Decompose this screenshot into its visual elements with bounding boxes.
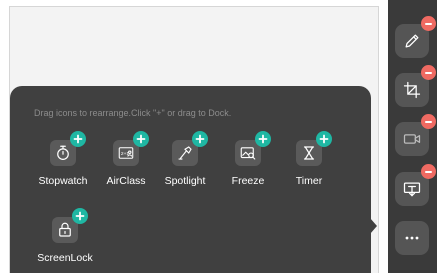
timer-tile[interactable] — [296, 131, 332, 166]
crop-icon — [403, 81, 421, 99]
panel-pointer — [370, 218, 377, 234]
app-label: Spotlight — [164, 175, 206, 187]
pen-icon — [405, 34, 419, 48]
app-label: ScreenLock — [37, 252, 93, 264]
dock-camera-button[interactable] — [395, 114, 436, 156]
freeze-tile[interactable] — [235, 131, 271, 166]
app-screenlock[interactable]: ScreenLock — [35, 208, 95, 264]
tray-hint-text: Drag icons to rearrange.Click "+" or dra… — [34, 108, 232, 118]
right-dock — [388, 0, 437, 273]
spotlight-icon — [178, 146, 192, 160]
airclass-icon: 2+1 — [118, 147, 134, 159]
remove-from-dock-button[interactable] — [421, 114, 436, 129]
more-icon — [405, 236, 419, 240]
app-label: Timer — [295, 175, 323, 187]
app-airclass[interactable]: 2+1 AirClass — [96, 131, 156, 187]
add-to-dock-button[interactable] — [133, 131, 149, 147]
dock-crop-button[interactable] — [395, 65, 436, 107]
app-stopwatch[interactable]: Stopwatch — [33, 131, 93, 187]
app-label: Freeze — [231, 175, 265, 187]
spotlight-tile[interactable] — [172, 131, 208, 166]
app-freeze[interactable]: Freeze — [218, 131, 278, 187]
dock-more-button[interactable] — [395, 221, 429, 255]
remove-from-dock-button[interactable] — [421, 16, 436, 31]
hourglass-icon — [303, 146, 315, 160]
dock-cast-button[interactable] — [395, 164, 436, 206]
app-label: AirClass — [106, 175, 146, 187]
dock-pen-button[interactable] — [395, 16, 436, 58]
freeze-icon — [240, 147, 256, 160]
stopwatch-tile[interactable] — [50, 131, 86, 166]
camera-icon — [403, 134, 421, 144]
airclass-tile[interactable]: 2+1 — [113, 131, 149, 166]
screen: Drag icons to rearrange.Click "+" or dra… — [0, 0, 437, 273]
remove-from-dock-button[interactable] — [421, 164, 436, 179]
app-timer[interactable]: Timer — [279, 131, 339, 187]
lock-icon — [59, 222, 71, 237]
stopwatch-icon — [57, 145, 69, 160]
add-to-dock-button[interactable] — [316, 131, 332, 147]
add-to-dock-button[interactable] — [192, 131, 208, 147]
screenlock-tile[interactable] — [52, 208, 88, 243]
app-label: Stopwatch — [38, 175, 88, 187]
cast-icon — [403, 182, 421, 197]
app-spotlight[interactable]: Spotlight — [155, 131, 215, 187]
add-to-dock-button[interactable] — [70, 131, 86, 147]
remove-from-dock-button[interactable] — [421, 65, 436, 80]
add-to-dock-button[interactable] — [255, 131, 271, 147]
add-to-dock-button[interactable] — [72, 208, 88, 224]
